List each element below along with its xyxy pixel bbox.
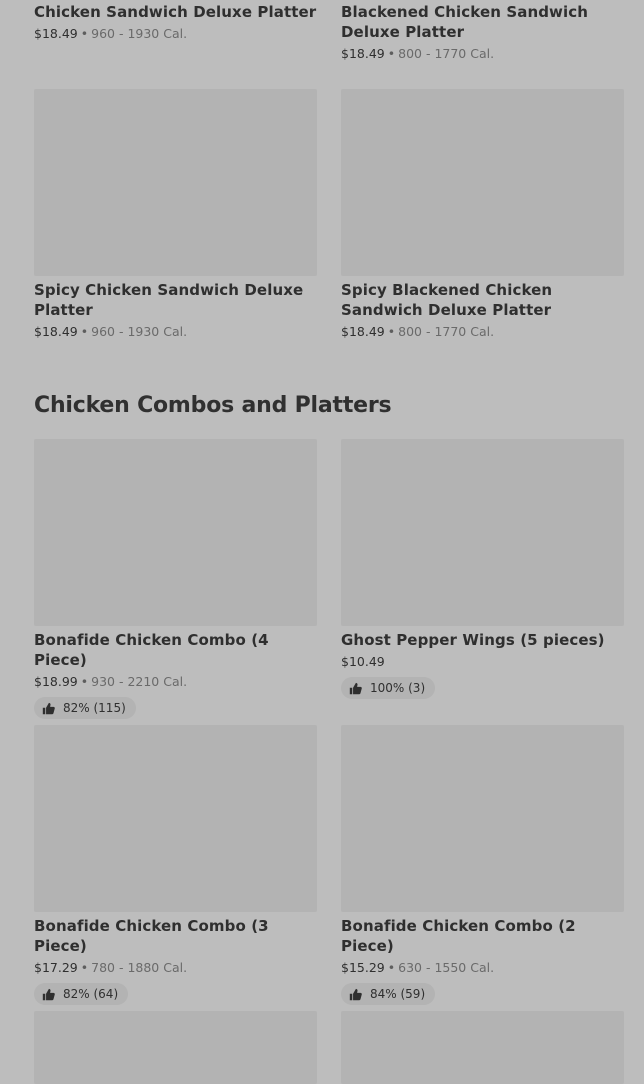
item-title: Chicken Sandwich Deluxe Platter: [34, 3, 317, 21]
item-meta: $17.29 • 780 - 1880 Cal.: [34, 959, 317, 977]
item-price: $17.29: [34, 960, 78, 975]
item-image: [34, 439, 317, 626]
item-calories: 800 - 1770 Cal.: [398, 46, 495, 61]
item-meta: $10.49: [341, 653, 624, 671]
item-price: $15.29: [341, 960, 385, 975]
item-title: Blackened Chicken Sandwich Deluxe Platte…: [341, 3, 589, 41]
item-calories: 800 - 1770 Cal.: [398, 324, 495, 339]
item-title: Spicy Blackened Chicken Sandwich Deluxe …: [341, 281, 553, 319]
item-price: $18.49: [341, 46, 385, 61]
item-title: Ghost Pepper Wings (5 pieces): [341, 631, 605, 649]
rating-text: 82% (115): [63, 701, 126, 715]
menu-item-card[interactable]: Spicy Blackened Chicken Sandwich Deluxe …: [341, 89, 624, 341]
menu-item-card[interactable]: Bonafide Chicken Combo (4 Piece) $18.99 •…: [34, 439, 317, 719]
item-price: $18.49: [34, 26, 78, 41]
item-meta: $18.49 • 800 - 1770 Cal.: [341, 45, 624, 63]
item-calories: 930 - 2210 Cal.: [91, 674, 188, 689]
item-title: Bonafide Chicken Combo (2 Piece): [341, 917, 576, 955]
item-price: $18.49: [341, 324, 385, 339]
separator-dot: •: [387, 960, 396, 975]
item-title: Bonafide Chicken Combo (4 Piece): [34, 631, 269, 669]
item-price: $10.49: [341, 654, 385, 669]
item-title: Spicy Chicken Sandwich Deluxe Platter: [34, 281, 304, 319]
item-meta: $18.49 • 800 - 1770 Cal.: [341, 323, 624, 341]
thumbs-up-icon: [349, 988, 362, 1000]
item-image: [34, 1011, 317, 1084]
item-image: [34, 725, 317, 912]
item-title: Bonafide Chicken Combo (3 Piece): [34, 917, 269, 955]
menu-item-card[interactable]: [34, 1011, 317, 1084]
separator-dot: •: [80, 26, 89, 41]
item-calories: 630 - 1550 Cal.: [398, 960, 495, 975]
item-image: [34, 89, 317, 276]
thumbs-up-icon: [42, 988, 55, 1000]
rating-text: 100% (3): [370, 681, 426, 695]
item-price: $18.49: [34, 324, 78, 339]
rating-badge: 84% (59): [341, 983, 436, 1005]
item-meta: $18.49 • 960 - 1930 Cal.: [34, 25, 317, 43]
rating-badge: 100% (3): [341, 677, 436, 699]
item-meta: $18.99 • 930 - 2210 Cal.: [34, 673, 317, 691]
rating-text: 84% (59): [370, 987, 426, 1001]
item-image: [341, 439, 624, 626]
thumbs-up-icon: [349, 682, 362, 694]
separator-dot: •: [80, 960, 89, 975]
menu-item-card[interactable]: Ghost Pepper Wings (5 pieces) $10.49 100…: [341, 439, 624, 699]
item-image: [341, 1011, 624, 1084]
item-calories: 960 - 1930 Cal.: [91, 26, 188, 41]
item-meta: $18.49 • 960 - 1930 Cal.: [34, 323, 317, 341]
item-image: [341, 725, 624, 912]
separator-dot: •: [387, 324, 396, 339]
menu-item-card[interactable]: Bonafide Chicken Combo (2 Piece) $15.29 •…: [341, 725, 624, 1005]
rating-badge: 82% (64): [34, 983, 129, 1005]
thumbs-up-icon: [42, 702, 55, 714]
item-meta: $15.29 • 630 - 1550 Cal.: [341, 959, 624, 977]
item-calories: 960 - 1930 Cal.: [91, 324, 188, 339]
menu-item-card[interactable]: Blackened Chicken Sandwich Deluxe Platte…: [341, 0, 624, 63]
menu-item-card[interactable]: Bonafide Chicken Combo (3 Piece) $17.29 •…: [34, 725, 317, 1005]
separator-dot: •: [80, 324, 89, 339]
rating-text: 82% (64): [63, 987, 119, 1001]
item-image: [341, 89, 624, 276]
item-price: $18.99: [34, 674, 78, 689]
separator-dot: •: [387, 46, 396, 61]
section-title: Chicken Combos and Platters: [34, 393, 392, 418]
menu-item-card[interactable]: Spicy Chicken Sandwich Deluxe Platter $1…: [34, 89, 317, 341]
item-calories: 780 - 1880 Cal.: [91, 960, 188, 975]
rating-badge: 82% (115): [34, 697, 136, 719]
menu-item-card[interactable]: [341, 1011, 624, 1084]
separator-dot: •: [80, 674, 89, 689]
menu-item-card[interactable]: Chicken Sandwich Deluxe Platter $18.49 • 9…: [34, 0, 317, 43]
